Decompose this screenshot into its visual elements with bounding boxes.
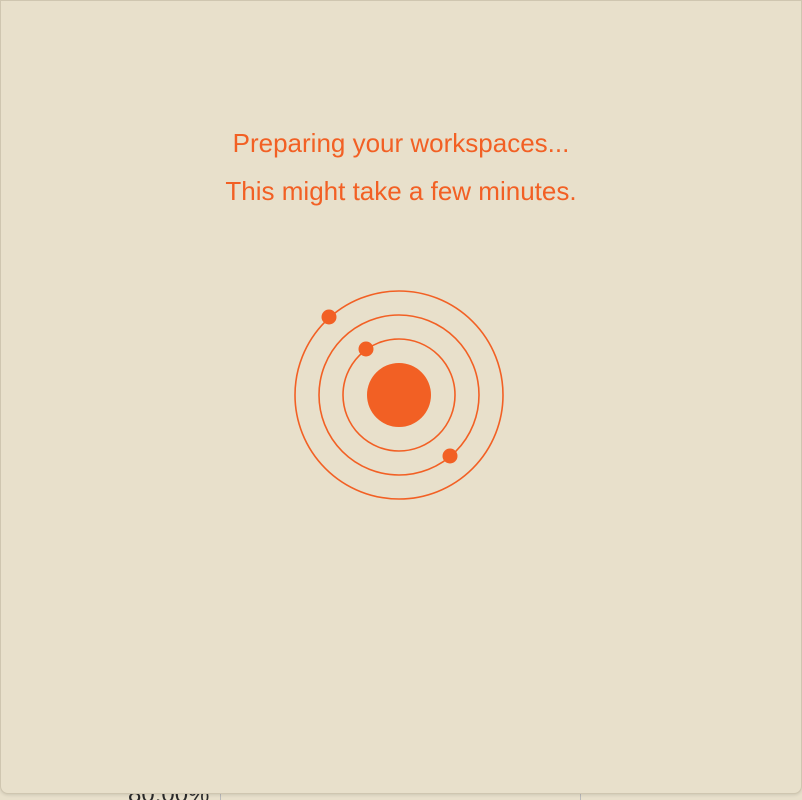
loading-dialog: Preparing your workspaces... This might …: [0, 0, 802, 794]
orbit-spinner-icon: [294, 290, 504, 500]
loading-title: Preparing your workspaces...: [232, 128, 570, 158]
outer-orbit-dot: [321, 309, 337, 325]
core-dot: [367, 363, 431, 427]
middle-orbit-dot: [442, 448, 458, 464]
inner-orbit-dot: [358, 341, 374, 357]
app-window: 80.00% Preparing your workspaces... This…: [0, 0, 802, 800]
loading-subtitle: This might take a few minutes.: [225, 176, 577, 206]
